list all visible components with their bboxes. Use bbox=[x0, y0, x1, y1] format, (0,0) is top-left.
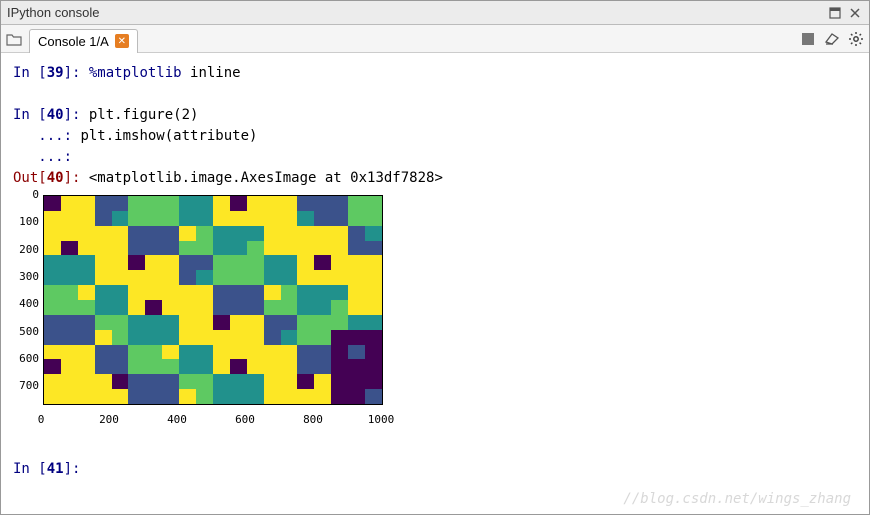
clear-icon[interactable] bbox=[823, 30, 841, 48]
titlebar: IPython console bbox=[1, 1, 869, 25]
y-tick: 200 bbox=[19, 241, 39, 258]
input-cell-41: In [41]: bbox=[13, 459, 857, 480]
input-cell-40-cont2: ...: bbox=[13, 147, 857, 168]
input-cell-40: In [40]: plt.figure(2) bbox=[13, 105, 857, 126]
x-tick: 0 bbox=[38, 412, 45, 429]
watermark: //blog.csdn.net/wings_zhang bbox=[623, 489, 851, 510]
x-tick: 600 bbox=[235, 412, 255, 429]
y-tick: 700 bbox=[19, 378, 39, 395]
x-tick: 200 bbox=[99, 412, 119, 429]
x-tick: 1000 bbox=[368, 412, 395, 429]
y-tick: 0 bbox=[32, 187, 39, 204]
console-output[interactable]: In [39]: %matplotlib inline In [40]: plt… bbox=[1, 53, 869, 514]
browse-folder-icon[interactable] bbox=[5, 30, 23, 48]
x-axis: 0 200 400 600 800 1000 bbox=[41, 410, 393, 428]
y-tick: 300 bbox=[19, 269, 39, 286]
inline-plot: 0 100 200 300 400 500 600 700 0 200 400 600 800 1000 bbox=[13, 193, 393, 428]
stop-icon[interactable] bbox=[799, 30, 817, 48]
y-tick: 400 bbox=[19, 296, 39, 313]
console-tab[interactable]: Console 1/A ✕ bbox=[29, 29, 138, 53]
options-gear-icon[interactable] bbox=[847, 30, 865, 48]
toolbar: Console 1/A ✕ bbox=[1, 25, 869, 53]
x-tick: 400 bbox=[167, 412, 187, 429]
y-tick: 500 bbox=[19, 323, 39, 340]
y-tick: 600 bbox=[19, 351, 39, 368]
input-cell-39: In [39]: %matplotlib inline bbox=[13, 63, 857, 84]
close-panel-icon[interactable] bbox=[847, 5, 863, 21]
output-cell-40: Out[40]: <matplotlib.image.AxesImage at … bbox=[13, 168, 857, 189]
y-tick: 100 bbox=[19, 214, 39, 231]
undock-icon[interactable] bbox=[827, 5, 843, 21]
tab-label: Console 1/A bbox=[38, 34, 109, 49]
x-tick: 800 bbox=[303, 412, 323, 429]
tab-close-icon[interactable]: ✕ bbox=[115, 34, 129, 48]
panel-title: IPython console bbox=[7, 5, 823, 20]
y-axis: 0100200300400500600700 bbox=[13, 193, 41, 401]
heatmap-image bbox=[43, 195, 383, 405]
input-cell-40-cont1: ...: plt.imshow(attribute) bbox=[13, 126, 857, 147]
